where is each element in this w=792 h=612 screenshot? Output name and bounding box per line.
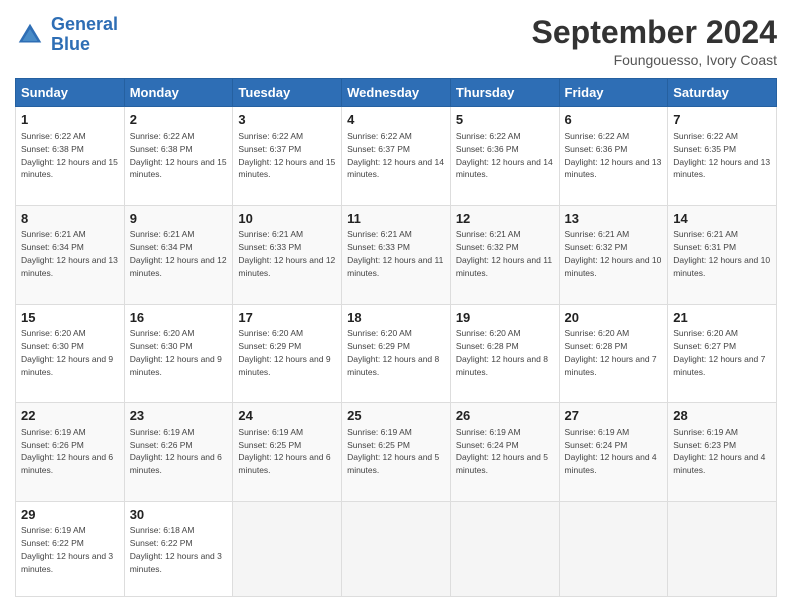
header: General Blue September 2024 Foungouesso,… [15, 15, 777, 68]
col-friday: Friday [559, 79, 668, 107]
calendar-empty-w4-c5 [559, 501, 668, 596]
calendar-day-20: 20Sunrise: 6:20 AMSunset: 6:28 PMDayligh… [559, 304, 668, 403]
col-tuesday: Tuesday [233, 79, 342, 107]
calendar-week-3: 22Sunrise: 6:19 AMSunset: 6:26 PMDayligh… [16, 403, 777, 502]
calendar-day-9: 9Sunrise: 6:21 AMSunset: 6:34 PMDaylight… [124, 205, 233, 304]
calendar-day-30: 30Sunrise: 6:18 AMSunset: 6:22 PMDayligh… [124, 501, 233, 596]
calendar-day-17: 17Sunrise: 6:20 AMSunset: 6:29 PMDayligh… [233, 304, 342, 403]
calendar-day-6: 6Sunrise: 6:22 AMSunset: 6:36 PMDaylight… [559, 107, 668, 206]
calendar-day-28: 28Sunrise: 6:19 AMSunset: 6:23 PMDayligh… [668, 403, 777, 502]
location: Foungouesso, Ivory Coast [532, 52, 777, 68]
col-monday: Monday [124, 79, 233, 107]
calendar-day-15: 15Sunrise: 6:20 AMSunset: 6:30 PMDayligh… [16, 304, 125, 403]
calendar-day-16: 16Sunrise: 6:20 AMSunset: 6:30 PMDayligh… [124, 304, 233, 403]
calendar-day-26: 26Sunrise: 6:19 AMSunset: 6:24 PMDayligh… [450, 403, 559, 502]
calendar-day-21: 21Sunrise: 6:20 AMSunset: 6:27 PMDayligh… [668, 304, 777, 403]
calendar-day-10: 10Sunrise: 6:21 AMSunset: 6:33 PMDayligh… [233, 205, 342, 304]
calendar-day-8: 8Sunrise: 6:21 AMSunset: 6:34 PMDaylight… [16, 205, 125, 304]
calendar-day-29: 29Sunrise: 6:19 AMSunset: 6:22 PMDayligh… [16, 501, 125, 596]
calendar-day-19: 19Sunrise: 6:20 AMSunset: 6:28 PMDayligh… [450, 304, 559, 403]
calendar-week-2: 15Sunrise: 6:20 AMSunset: 6:30 PMDayligh… [16, 304, 777, 403]
month-year: September 2024 [532, 15, 777, 50]
logo-icon [15, 20, 45, 50]
calendar-empty-w4-c2 [233, 501, 342, 596]
calendar-day-11: 11Sunrise: 6:21 AMSunset: 6:33 PMDayligh… [342, 205, 451, 304]
calendar-day-1: 1Sunrise: 6:22 AMSunset: 6:38 PMDaylight… [16, 107, 125, 206]
title-section: September 2024 Foungouesso, Ivory Coast [532, 15, 777, 68]
calendar-day-14: 14Sunrise: 6:21 AMSunset: 6:31 PMDayligh… [668, 205, 777, 304]
calendar-day-3: 3Sunrise: 6:22 AMSunset: 6:37 PMDaylight… [233, 107, 342, 206]
calendar-week-0: 1Sunrise: 6:22 AMSunset: 6:38 PMDaylight… [16, 107, 777, 206]
calendar-day-2: 2Sunrise: 6:22 AMSunset: 6:38 PMDaylight… [124, 107, 233, 206]
calendar-week-4: 29Sunrise: 6:19 AMSunset: 6:22 PMDayligh… [16, 501, 777, 596]
page: General Blue September 2024 Foungouesso,… [0, 0, 792, 612]
calendar-day-4: 4Sunrise: 6:22 AMSunset: 6:37 PMDaylight… [342, 107, 451, 206]
logo-text: General Blue [51, 15, 118, 55]
calendar-day-12: 12Sunrise: 6:21 AMSunset: 6:32 PMDayligh… [450, 205, 559, 304]
calendar-table: Sunday Monday Tuesday Wednesday Thursday… [15, 78, 777, 597]
calendar-empty-w4-c4 [450, 501, 559, 596]
calendar-week-1: 8Sunrise: 6:21 AMSunset: 6:34 PMDaylight… [16, 205, 777, 304]
calendar-day-25: 25Sunrise: 6:19 AMSunset: 6:25 PMDayligh… [342, 403, 451, 502]
col-thursday: Thursday [450, 79, 559, 107]
calendar-day-27: 27Sunrise: 6:19 AMSunset: 6:24 PMDayligh… [559, 403, 668, 502]
calendar-day-13: 13Sunrise: 6:21 AMSunset: 6:32 PMDayligh… [559, 205, 668, 304]
col-saturday: Saturday [668, 79, 777, 107]
calendar-day-22: 22Sunrise: 6:19 AMSunset: 6:26 PMDayligh… [16, 403, 125, 502]
calendar-empty-w4-c6 [668, 501, 777, 596]
calendar-day-24: 24Sunrise: 6:19 AMSunset: 6:25 PMDayligh… [233, 403, 342, 502]
calendar-header-row: Sunday Monday Tuesday Wednesday Thursday… [16, 79, 777, 107]
col-wednesday: Wednesday [342, 79, 451, 107]
col-sunday: Sunday [16, 79, 125, 107]
calendar-day-23: 23Sunrise: 6:19 AMSunset: 6:26 PMDayligh… [124, 403, 233, 502]
calendar-day-5: 5Sunrise: 6:22 AMSunset: 6:36 PMDaylight… [450, 107, 559, 206]
logo: General Blue [15, 15, 118, 55]
calendar-day-7: 7Sunrise: 6:22 AMSunset: 6:35 PMDaylight… [668, 107, 777, 206]
calendar-empty-w4-c3 [342, 501, 451, 596]
calendar-day-18: 18Sunrise: 6:20 AMSunset: 6:29 PMDayligh… [342, 304, 451, 403]
